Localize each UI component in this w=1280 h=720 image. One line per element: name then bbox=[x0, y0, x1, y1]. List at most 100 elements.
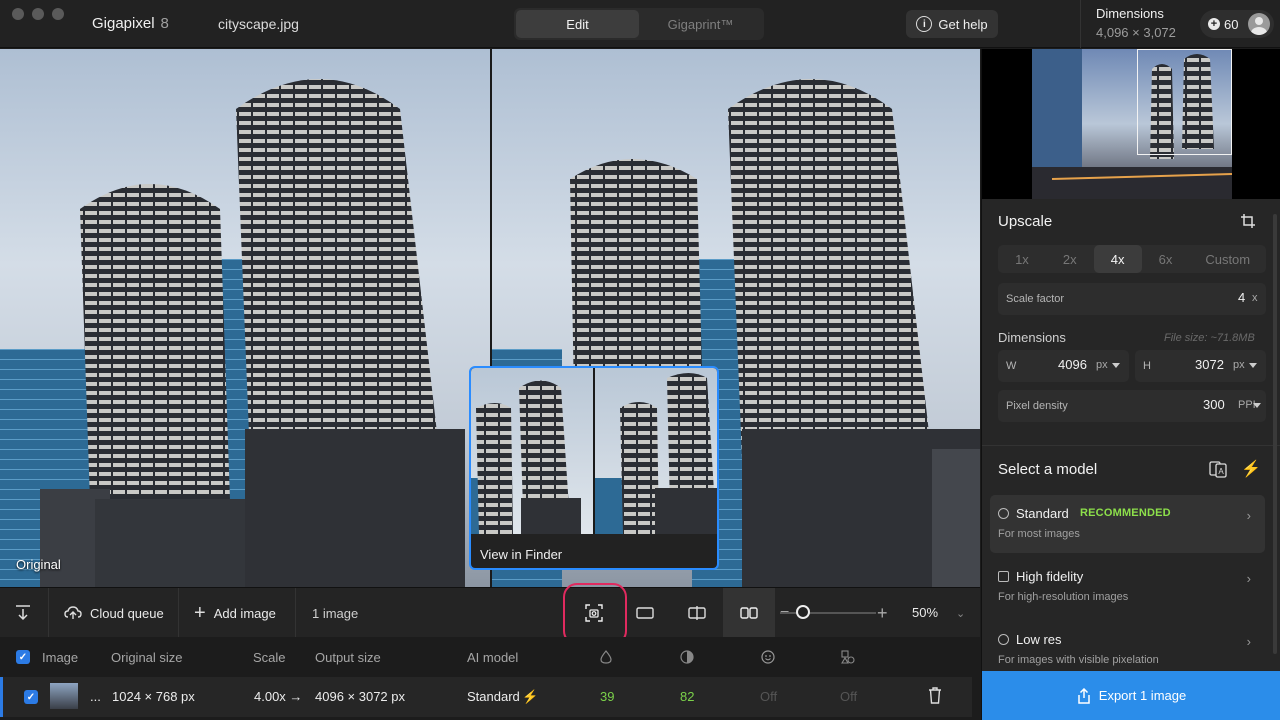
scale-factor-unit: x bbox=[1252, 292, 1258, 304]
download-button[interactable] bbox=[14, 588, 32, 638]
scale-factor-field[interactable]: Scale factor 4 x bbox=[998, 283, 1266, 315]
queue-table-header: ✓ Image Original size Scale Output size … bbox=[0, 637, 980, 677]
navigator-viewport[interactable] bbox=[1137, 49, 1232, 155]
dimensions-value: 4,096 × 3,072 bbox=[1096, 25, 1176, 40]
pixel-density-value[interactable]: 300 bbox=[1203, 397, 1225, 412]
row-value-2: 82 bbox=[680, 689, 695, 704]
header-original-size: Original size bbox=[111, 650, 183, 665]
model-desc-high-fidelity: For high-resolution images bbox=[998, 591, 1129, 603]
original-pane[interactable]: Original bbox=[0, 49, 490, 587]
export-button[interactable]: Export 1 image bbox=[982, 671, 1280, 720]
row-output-size: 4096 × 3072 px bbox=[315, 689, 405, 704]
original-label: Original bbox=[16, 557, 61, 572]
crop-icon[interactable] bbox=[1240, 213, 1256, 234]
trash-icon[interactable] bbox=[928, 687, 942, 707]
model-name-low-res: Low res bbox=[1016, 632, 1062, 647]
pixel-density-label: Pixel density bbox=[1006, 400, 1068, 412]
height-label: H bbox=[1143, 360, 1151, 372]
upscale-title: Upscale bbox=[998, 213, 1053, 230]
zoom-in-icon[interactable]: + bbox=[877, 588, 888, 638]
file-size: File size: ~71.8MB bbox=[1164, 332, 1255, 344]
chevron-down-icon[interactable]: ⌄ bbox=[956, 588, 965, 638]
info-icon: i bbox=[916, 16, 933, 32]
height-unit-chevron-icon[interactable] bbox=[1249, 363, 1257, 368]
close-window-button[interactable] bbox=[12, 8, 24, 20]
lightning-icon: ⚡ bbox=[522, 689, 539, 704]
row-checkbox[interactable]: ✓ bbox=[24, 690, 38, 704]
view-in-finder-popover[interactable]: View in Finder bbox=[469, 366, 719, 570]
plus-icon: + bbox=[194, 602, 206, 624]
select-all-checkbox[interactable]: ✓ bbox=[16, 650, 30, 664]
model-card-high-fidelity[interactable]: High fidelity For high-resolution images… bbox=[990, 558, 1265, 616]
model-card-standard[interactable]: Standard RECOMMENDED For most images › bbox=[990, 495, 1265, 553]
file-name: cityscape.jpg bbox=[218, 16, 299, 32]
panel-scrollbar[interactable] bbox=[1273, 214, 1277, 654]
row-value-3: Off bbox=[760, 689, 778, 704]
tab-gigaprint[interactable]: Gigaprint™ bbox=[639, 10, 762, 38]
tab-edit[interactable]: Edit bbox=[516, 10, 639, 38]
dimensions-label: Dimensions bbox=[1096, 6, 1164, 21]
get-help-button[interactable]: i Get help bbox=[906, 10, 998, 38]
single-view-icon bbox=[636, 607, 654, 619]
lightning-mode-icon[interactable]: ⚡ bbox=[1241, 459, 1261, 479]
row-thumbnail bbox=[50, 683, 78, 709]
navigator[interactable] bbox=[982, 49, 1280, 199]
avatar[interactable] bbox=[1248, 13, 1271, 35]
scale-option-4x[interactable]: 4x bbox=[1093, 245, 1142, 273]
scale-factor-value[interactable]: 4 bbox=[1238, 290, 1245, 305]
zoom-slider-track[interactable] bbox=[780, 612, 876, 614]
width-field[interactable]: W 4096 px bbox=[998, 350, 1129, 382]
row-original-size: 1024 × 768 px bbox=[112, 689, 195, 704]
scale-option-custom[interactable]: Custom bbox=[1189, 245, 1266, 273]
view-in-finder-label[interactable]: View in Finder bbox=[480, 547, 562, 562]
credits-count: 60 bbox=[1224, 16, 1239, 32]
model-name-high-fidelity: High fidelity bbox=[1016, 569, 1084, 584]
pixel-density-field[interactable]: Pixel density 300 PPI bbox=[998, 390, 1266, 422]
credits-icon: + bbox=[1208, 18, 1220, 30]
header-output-size: Output size bbox=[315, 650, 381, 665]
compare-models-icon[interactable]: A bbox=[1209, 460, 1227, 483]
model-name-standard: Standard bbox=[1016, 506, 1069, 521]
side-by-side-icon bbox=[740, 607, 758, 619]
row-image-name: ... bbox=[90, 689, 101, 704]
credits-badge[interactable]: + 60 bbox=[1200, 10, 1274, 38]
scale-option-2x[interactable]: 2x bbox=[1046, 245, 1094, 273]
get-help-label: Get help bbox=[938, 16, 988, 32]
cloud-queue-button[interactable]: Cloud queue bbox=[64, 588, 164, 638]
screenshot-button-highlight bbox=[563, 583, 627, 645]
scale-option-6x[interactable]: 6x bbox=[1142, 245, 1190, 273]
face-icon bbox=[761, 650, 775, 667]
dimensions-title: Dimensions bbox=[998, 330, 1066, 345]
chevron-right-icon: › bbox=[1246, 571, 1251, 586]
share-icon bbox=[1078, 687, 1090, 704]
chevron-right-icon: › bbox=[1246, 508, 1251, 523]
mode-tabs: Edit Gigaprint™ bbox=[514, 8, 764, 40]
width-label: W bbox=[1006, 360, 1017, 372]
scale-option-1x[interactable]: 1x bbox=[998, 245, 1046, 273]
window-controls[interactable] bbox=[12, 8, 64, 20]
density-unit-chevron-icon[interactable] bbox=[1253, 403, 1261, 408]
height-field[interactable]: H 3072 px bbox=[1135, 350, 1266, 382]
side-by-side-view-button[interactable] bbox=[723, 588, 775, 638]
height-value[interactable]: 3072 bbox=[1195, 357, 1224, 372]
globe-icon bbox=[998, 634, 1009, 645]
height-unit: px bbox=[1233, 359, 1245, 371]
add-image-button[interactable]: + Add image bbox=[194, 588, 276, 638]
width-value[interactable]: 4096 bbox=[1058, 357, 1087, 372]
row-scale: 4.00x → bbox=[254, 689, 303, 704]
zoom-window-button[interactable] bbox=[52, 8, 64, 20]
cityscape-original-image bbox=[0, 79, 465, 587]
width-unit-chevron-icon[interactable] bbox=[1112, 363, 1120, 368]
recommended-badge: RECOMMENDED bbox=[1080, 507, 1171, 519]
settings-panel: Upscale 1x 2x 4x 6x Custom Scale factor … bbox=[981, 49, 1280, 720]
zoom-slider-handle[interactable] bbox=[796, 605, 810, 619]
thumbnail-original bbox=[471, 368, 593, 534]
denoise-icon bbox=[680, 650, 694, 667]
minimize-window-button[interactable] bbox=[32, 8, 44, 20]
split-view-button[interactable] bbox=[671, 588, 723, 638]
table-row[interactable]: ✓ ... 1024 × 768 px 4.00x → 4096 × 3072 … bbox=[0, 677, 972, 717]
model-desc-standard: For most images bbox=[998, 528, 1080, 540]
width-unit: px bbox=[1096, 359, 1108, 371]
cloud-icon bbox=[64, 606, 82, 619]
scale-options: 1x 2x 4x 6x Custom bbox=[998, 245, 1266, 273]
